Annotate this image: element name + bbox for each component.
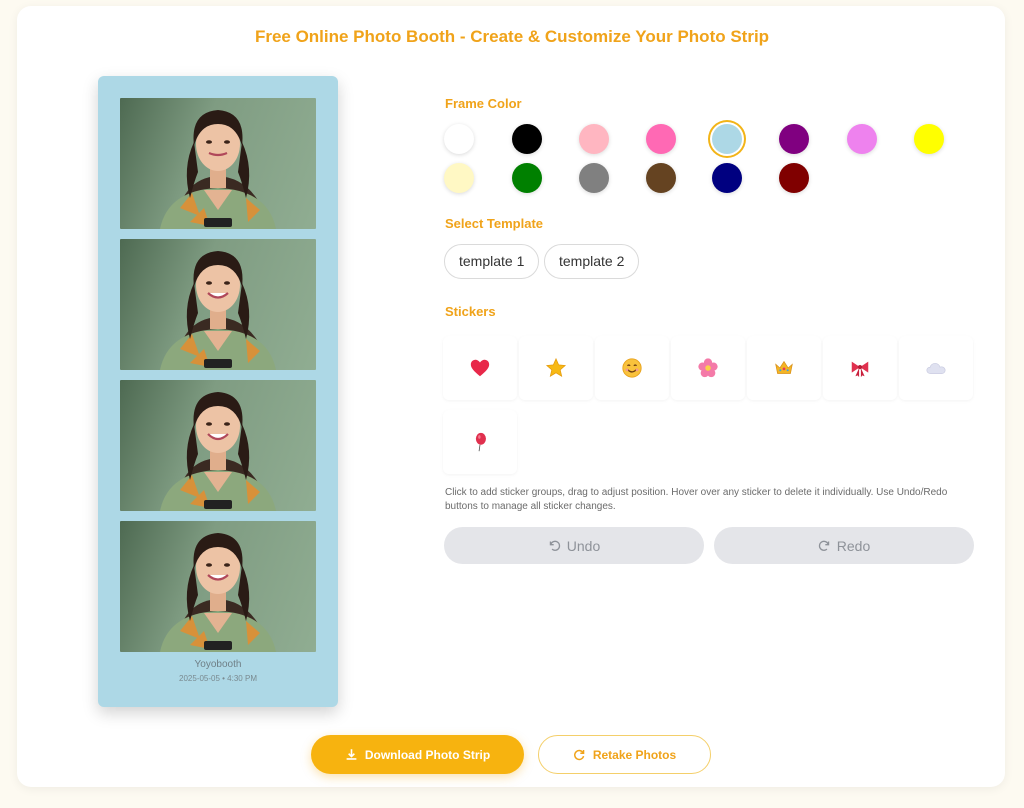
select-template-heading: Select Template — [445, 216, 544, 231]
redo-icon — [818, 540, 829, 551]
sticker-crown-button[interactable] — [747, 336, 821, 400]
strip-brand-label: Yoyobooth — [194, 659, 242, 670]
frame-color-swatch[interactable] — [444, 124, 474, 154]
template-2-button[interactable]: template 2 — [544, 244, 640, 279]
undo-button[interactable]: Undo — [444, 527, 704, 564]
frame-color-swatch[interactable] — [579, 124, 609, 154]
cloud-icon — [926, 363, 946, 374]
heart-icon — [470, 359, 490, 377]
sticker-balloon-button[interactable] — [443, 410, 517, 474]
sticker-star-button[interactable] — [519, 336, 593, 400]
retake-icon — [573, 749, 585, 761]
portrait-image — [160, 533, 276, 652]
frame-color-swatch[interactable] — [444, 163, 474, 193]
sticker-cloud-button[interactable] — [899, 336, 973, 400]
smiley-icon — [622, 358, 642, 378]
frame-color-heading: Frame Color — [445, 96, 522, 111]
sticker-bow-button[interactable] — [823, 336, 897, 400]
redo-label: Redo — [836, 537, 871, 554]
flower-icon — [698, 358, 718, 378]
strip-photo-1 — [120, 98, 316, 229]
balloon-icon — [475, 432, 486, 452]
download-photo-strip-button[interactable]: Download Photo Strip — [311, 735, 524, 774]
frame-color-swatch[interactable] — [914, 124, 944, 154]
template-1-button[interactable]: template 1 — [444, 244, 540, 279]
undo-label: Undo — [566, 537, 601, 554]
frame-color-swatch[interactable] — [712, 124, 742, 154]
frame-color-swatch[interactable] — [512, 124, 542, 154]
sticker-help-text: Click to add sticker groups, drag to adj… — [445, 487, 948, 512]
strip-photo-2 — [120, 239, 316, 370]
bow-icon — [851, 361, 869, 378]
page-title: Free Online Photo Booth - Create & Custo… — [254, 27, 770, 46]
frame-color-swatch[interactable] — [779, 124, 809, 154]
strip-photo-4 — [120, 521, 316, 652]
strip-photo-3 — [120, 380, 316, 511]
portrait-image — [160, 392, 276, 511]
strip-date-label: 2025-05-05 • 4:30 PM — [179, 674, 257, 683]
portrait-image — [160, 251, 276, 370]
undo-icon — [549, 540, 560, 551]
download-icon — [346, 749, 357, 760]
retake-photos-button[interactable]: Retake Photos — [538, 735, 711, 774]
photo-strip-preview: Yoyobooth 2025-05-05 • 4:30 PM — [98, 76, 338, 707]
frame-color-swatch[interactable] — [646, 124, 676, 154]
sticker-smiley-button[interactable] — [595, 336, 669, 400]
portrait-image — [160, 110, 276, 229]
frame-color-swatch[interactable] — [847, 124, 877, 154]
crown-icon — [775, 360, 793, 374]
frame-color-swatch[interactable] — [512, 163, 542, 193]
redo-button[interactable]: Redo — [714, 527, 974, 564]
frame-color-swatch[interactable] — [779, 163, 809, 193]
sticker-heart-button[interactable] — [443, 336, 517, 400]
sticker-flower-button[interactable] — [671, 336, 745, 400]
frame-color-swatch[interactable] — [712, 163, 742, 193]
frame-color-swatch[interactable] — [646, 163, 676, 193]
frame-color-swatch[interactable] — [579, 163, 609, 193]
retake-label: Retake Photos — [592, 747, 677, 762]
stickers-heading: Stickers — [445, 304, 496, 319]
star-icon — [545, 357, 567, 378]
download-label: Download Photo Strip — [364, 747, 491, 762]
